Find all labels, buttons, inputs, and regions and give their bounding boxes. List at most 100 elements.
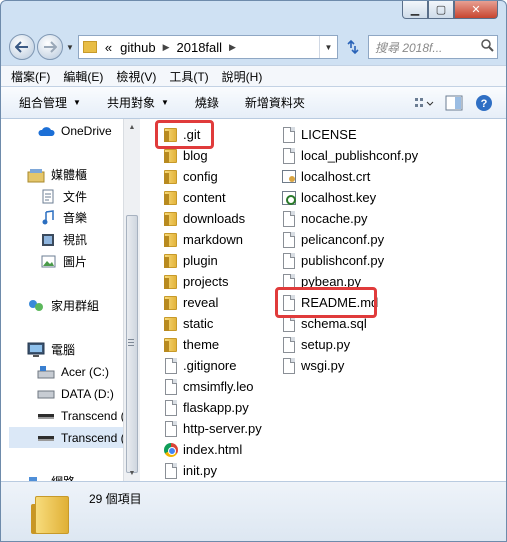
file-item-gitignore[interactable]: .gitignore [163,355,236,376]
file-item-nocache[interactable]: nocache.py [281,208,368,229]
network-icon [27,474,45,481]
nav-homegroup[interactable]: 家用群組 [27,295,99,316]
nav-transcend-1[interactable]: Transcend ( [37,405,125,426]
file-name: pybean.py [301,274,361,289]
maximize-button[interactable]: ▢ [428,1,454,19]
nav-network[interactable]: 網路 [27,471,75,481]
nav-computer[interactable]: 電腦 [27,339,75,360]
nav-transcend-2[interactable]: Transcend ( [9,427,126,448]
file-name: README.md [301,295,379,310]
file-item-pelicanconf[interactable]: pelicanconf.py [281,229,384,250]
nav-onedrive[interactable]: OneDrive [37,120,112,141]
breadcrumb-2018fall[interactable]: 2018fall [177,40,223,55]
preview-pane-icon [445,95,463,111]
file-item-index-html[interactable]: index.html [163,439,242,460]
file-item-config[interactable]: config [163,166,218,187]
nav-music[interactable]: 音樂 [39,207,87,228]
file-item-wsgi[interactable]: wsgi.py [281,355,344,376]
file-item-downloads[interactable]: downloads [163,208,245,229]
nav-videos[interactable]: 視訊 [39,229,87,250]
picture-icon [39,254,57,270]
file-item-setup[interactable]: setup.py [281,334,350,355]
file-name: init.py [183,463,217,478]
search-placeholder: 搜尋 2018f... [375,40,443,55]
large-folder-icon [31,490,71,534]
file-item-publishconf[interactable]: publishconf.py [281,250,384,271]
nav-drive-d[interactable]: DATA (D:) [37,383,114,404]
menu-edit[interactable]: 編輯(E) [63,68,103,85]
share-button[interactable]: 共用對象 ▼ [107,94,169,111]
nav-documents[interactable]: 文件 [39,186,87,207]
view-options-button[interactable] [412,92,436,114]
nav-network-label: 網路 [51,473,75,481]
address-row: ▼ « github ▶ 2018fall ▶ ▼ 搜尋 2018f... [9,33,498,61]
file-item-git[interactable]: .git [163,124,200,145]
computer-icon [27,342,45,358]
navigation-scrollbar[interactable]: ▲ ▼ [123,119,140,481]
svg-text:?: ? [481,98,488,110]
nav-transcend-1-label: Transcend ( [61,408,125,423]
back-button[interactable] [9,34,35,60]
recent-pages-dropdown[interactable]: ▼ [66,43,74,52]
file-item-theme[interactable]: theme [163,334,219,355]
file-name: static [183,316,214,331]
folder-icon [163,295,179,311]
file-name: schema.sql [301,316,367,331]
refresh-button[interactable] [341,36,365,58]
file-item-cmsimfly-leo[interactable]: cmsimfly.leo [163,376,254,397]
menu-view[interactable]: 檢視(V) [116,68,156,85]
file-name: blog [183,148,208,163]
file-item-reveal[interactable]: reveal [163,292,218,313]
preview-pane-button[interactable] [442,92,466,114]
file-item-schema-sql[interactable]: schema.sql [281,313,367,334]
nav-drive-c[interactable]: Acer (C:) [37,361,109,382]
chevron-right-icon[interactable]: ▶ [163,42,170,53]
address-dropdown[interactable]: ▼ [319,36,337,58]
file-item-http-server[interactable]: http-server.py [163,418,262,439]
nav-homegroup-label: 家用群組 [51,299,100,313]
document-icon [39,189,57,205]
file-item-markdown[interactable]: markdown [163,229,243,250]
address-bar[interactable]: « github ▶ 2018fall ▶ ▼ [77,35,338,59]
burn-button[interactable]: 燒錄 [195,94,219,111]
file-item-local-publishconf[interactable]: local_publishconf.py [281,145,418,166]
search-icon[interactable] [477,39,497,55]
menu-file[interactable]: 檔案(F) [11,68,50,85]
close-button[interactable]: ✕ [454,1,498,19]
scroll-down-arrow-icon[interactable]: ▼ [124,465,140,481]
file-item-pybean[interactable]: pybean.py [281,271,361,292]
file-item-projects[interactable]: projects [163,271,229,292]
file-item-localhost-key[interactable]: localhost.key [281,187,376,208]
breadcrumb-overflow[interactable]: « [105,40,112,55]
breadcrumb-github[interactable]: github [120,40,155,55]
file-item-content[interactable]: content [163,187,226,208]
folder-icon [163,169,179,185]
minimize-button[interactable]: ▁ [402,1,428,19]
folder-icon [163,232,179,248]
search-input[interactable]: 搜尋 2018f... [368,35,498,59]
menu-help[interactable]: 說明(H) [222,68,263,85]
nav-documents-label: 文件 [63,190,88,204]
certificate-icon [281,169,297,185]
file-item-static[interactable]: static [163,313,213,334]
file-item-init[interactable]: init.py [163,460,217,481]
chevron-right-icon[interactable]: ▶ [229,42,236,53]
file-icon [163,357,179,374]
file-item-license[interactable]: LICENSE [281,124,357,145]
file-item-blog[interactable]: blog [163,145,208,166]
scroll-up-arrow-icon[interactable]: ▲ [124,119,140,135]
file-item-readme[interactable]: README.md [281,292,378,313]
menu-tools[interactable]: 工具(T) [169,68,208,85]
video-icon [39,232,57,248]
nav-libraries[interactable]: 媒體櫃 [27,164,87,185]
new-folder-button[interactable]: 新增資料夾 [245,94,305,111]
file-name: markdown [183,232,243,247]
file-item-localhost-crt[interactable]: localhost.crt [281,166,370,187]
forward-button[interactable] [37,34,63,60]
organize-button[interactable]: 組合管理 ▼ [19,94,81,111]
file-name: config [183,169,218,184]
help-button[interactable]: ? [472,92,496,114]
file-item-flaskapp[interactable]: flaskapp.py [163,397,249,418]
nav-pictures[interactable]: 圖片 [39,251,87,272]
file-item-plugin[interactable]: plugin [163,250,218,271]
